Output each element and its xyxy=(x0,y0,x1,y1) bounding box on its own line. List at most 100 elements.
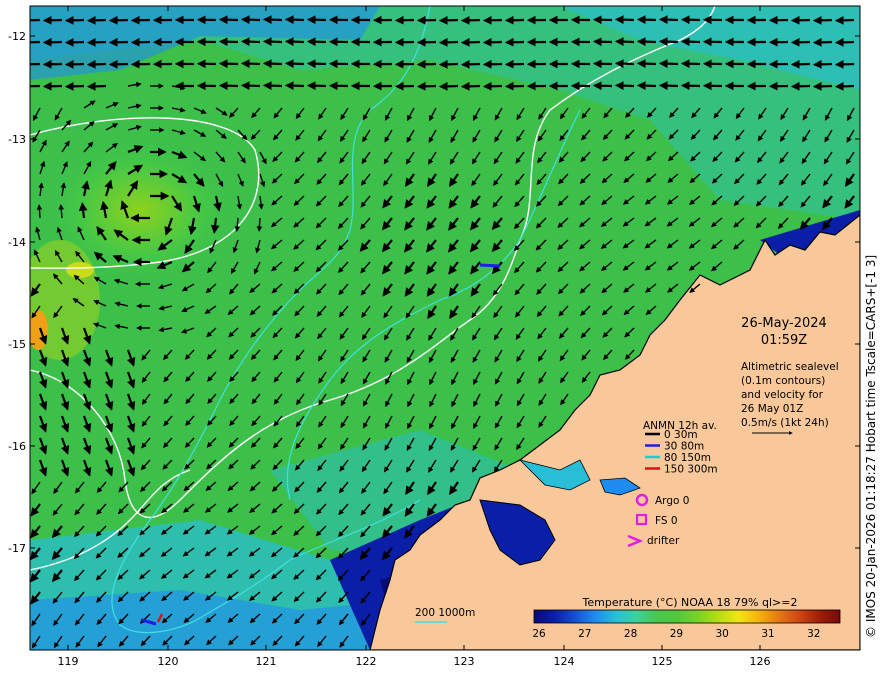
velocity-arrow xyxy=(218,59,239,69)
colorbar-tick-label: 29 xyxy=(670,628,683,640)
colorbar-tick-label: 28 xyxy=(624,628,637,640)
velocity-arrow xyxy=(438,37,459,47)
y-tick-label: -16 xyxy=(8,440,26,453)
velocity-arrow xyxy=(658,15,679,25)
velocity-arrow xyxy=(438,15,459,25)
colorbar-tick-label: 31 xyxy=(761,628,774,640)
legend-item-label: 30 80m xyxy=(664,441,704,453)
velocity-arrow xyxy=(240,15,261,25)
fs-label: FS 0 xyxy=(655,515,678,527)
velocity-arrow xyxy=(262,37,283,47)
velocity-arrow xyxy=(460,15,481,25)
velocity-arrow xyxy=(636,59,657,69)
velocity-arrow xyxy=(256,217,263,232)
velocity-arrow xyxy=(306,81,327,91)
note-line-2: (0.1m contours) xyxy=(741,375,825,387)
velocity-arrow xyxy=(482,37,503,47)
velocity-arrow xyxy=(284,81,305,91)
velocity-arrow xyxy=(680,81,701,91)
velocity-arrow xyxy=(240,81,261,91)
velocity-arrow xyxy=(86,81,107,91)
velocity-arrow xyxy=(636,37,657,47)
velocity-arrow xyxy=(306,59,327,69)
colorbar-tick-label: 32 xyxy=(807,628,820,640)
velocity-arrow xyxy=(482,15,503,25)
velocity-arrow xyxy=(262,59,283,69)
velocity-arrow xyxy=(86,15,107,25)
note-line-5: 0.5m/s (1kt 24h) xyxy=(741,417,829,429)
velocity-arrow xyxy=(834,81,855,91)
drifter-label: drifter xyxy=(647,535,680,547)
map-date: 26-May-2024 xyxy=(741,316,827,331)
velocity-arrow xyxy=(460,81,481,91)
velocity-arrow xyxy=(284,37,305,47)
velocity-arrow xyxy=(86,59,107,69)
velocity-arrow xyxy=(262,15,283,25)
side-caption: © IMOS 20-Jan-2026 01:18:27 Hobart time … xyxy=(864,255,878,638)
x-tick-label: 122 xyxy=(356,655,377,668)
velocity-arrow xyxy=(812,15,833,25)
velocity-arrow xyxy=(218,37,239,47)
velocity-arrow xyxy=(834,15,855,25)
velocity-arrow xyxy=(416,15,437,25)
velocity-arrow xyxy=(36,204,43,219)
x-tick-label: 125 xyxy=(652,655,673,668)
velocity-arrow xyxy=(790,59,811,69)
velocity-arrow xyxy=(460,37,481,47)
colorbar-tick-label: 26 xyxy=(532,628,546,640)
velocity-arrow xyxy=(790,15,811,25)
velocity-arrow xyxy=(482,59,503,69)
velocity-arrow xyxy=(658,81,679,91)
map-time: 01:59Z xyxy=(761,333,807,348)
colorbar-tick-label: 27 xyxy=(578,628,591,640)
sst-field xyxy=(30,6,860,650)
velocity-arrow xyxy=(64,81,85,91)
velocity-arrow xyxy=(636,81,657,91)
velocity-arrow xyxy=(284,59,305,69)
velocity-arrow xyxy=(658,37,679,47)
velocity-arrow xyxy=(614,81,635,91)
velocity-arrow xyxy=(306,37,327,47)
velocity-arrow xyxy=(438,81,459,91)
velocity-arrow xyxy=(416,81,437,91)
velocity-arrow xyxy=(108,15,129,25)
velocity-arrow xyxy=(680,59,701,69)
velocity-arrow xyxy=(86,37,107,47)
ocean-map: 119 120 121 122 123 124 125 126 -12 -13 -14 -15 -16… xyxy=(8,5,861,668)
velocity-arrow xyxy=(614,15,635,25)
velocity-arrow xyxy=(284,15,305,25)
velocity-arrow xyxy=(614,37,635,47)
note-line-4: 26 May 01Z xyxy=(741,403,803,415)
colorbar-gradient xyxy=(533,609,841,624)
velocity-arrow xyxy=(240,37,261,47)
mooring-arrow-30-80m xyxy=(479,263,501,268)
x-tick-label: 123 xyxy=(454,655,475,668)
velocity-arrow xyxy=(218,15,239,25)
x-tick-label: 120 xyxy=(158,655,179,668)
velocity-arrow xyxy=(812,59,833,69)
velocity-arrow xyxy=(42,37,63,47)
note-line-3: and velocity for xyxy=(741,389,824,401)
velocity-arrow xyxy=(108,37,129,47)
velocity-arrow xyxy=(790,37,811,47)
y-tick-label: -15 xyxy=(8,338,26,351)
velocity-arrow xyxy=(812,37,833,47)
colorbar-tick-label: 30 xyxy=(716,628,729,640)
velocity-arrow xyxy=(416,59,437,69)
velocity-arrow xyxy=(460,59,481,69)
velocity-arrow xyxy=(438,59,459,69)
x-tick-label: 126 xyxy=(750,655,771,668)
velocity-arrow xyxy=(790,81,811,91)
velocity-arrow xyxy=(42,81,63,91)
legend-item-label: 80 150m xyxy=(664,452,711,464)
velocity-arrow xyxy=(614,59,635,69)
y-tick-label: -17 xyxy=(8,542,26,555)
x-tick-label: 119 xyxy=(58,655,79,668)
x-tick-label: 124 xyxy=(554,655,575,668)
velocity-arrow xyxy=(482,81,503,91)
velocity-arrow xyxy=(218,81,239,91)
colorbar-title: Temperature (°C) NOAA 18 79% ql>=2 xyxy=(582,596,798,609)
note-line-1: Altimetric sealevel xyxy=(741,361,839,373)
velocity-arrow xyxy=(834,59,855,69)
velocity-arrow xyxy=(262,81,283,91)
